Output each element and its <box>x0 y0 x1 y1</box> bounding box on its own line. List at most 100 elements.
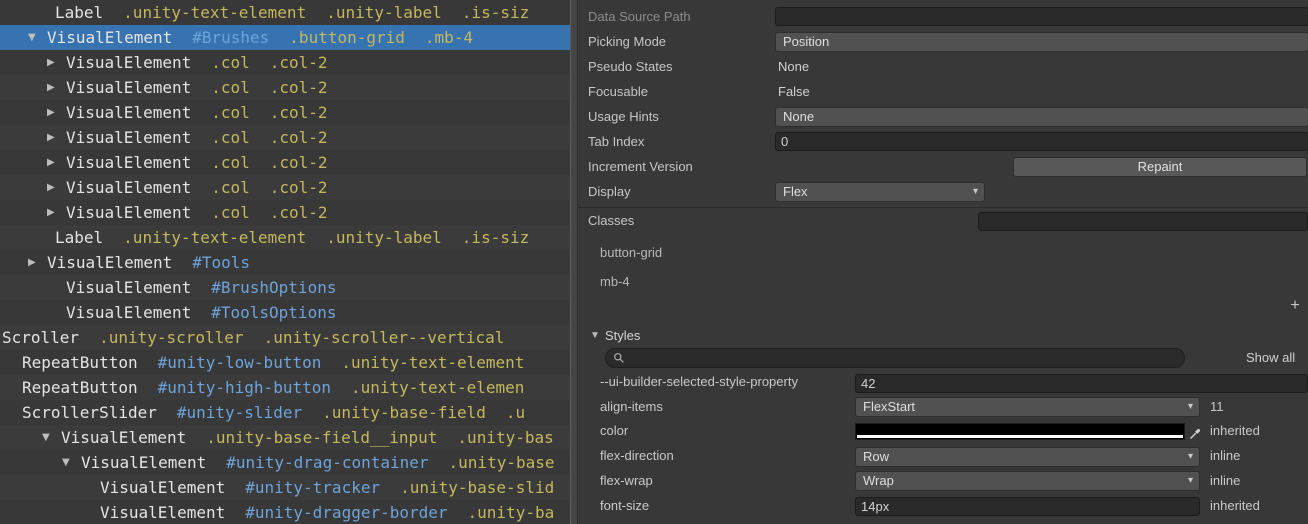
tab-index-field[interactable] <box>775 132 1308 151</box>
expand-arrow-icon[interactable]: ▶ <box>47 125 55 150</box>
element-type: VisualElement <box>66 78 192 97</box>
style-origin-tag: inline <box>1210 448 1241 464</box>
tree-row[interactable]: ▼ VisualElement .unity-base-field__input .u… <box>0 425 570 450</box>
alpha-bar <box>857 435 1183 439</box>
expand-arrow-icon[interactable]: ▶ <box>47 175 55 200</box>
tree-row[interactable]: ▼ VisualElement #unity-drag-container .unit… <box>0 450 570 475</box>
style-row: flex-wrap Wrap ▾ inline <box>578 469 1308 494</box>
element-type: VisualElement <box>47 28 173 47</box>
element-class: .unity-text-element <box>123 228 307 247</box>
tree-row[interactable]: ▶ VisualElement .col .col-2 <box>0 150 570 175</box>
color-swatch[interactable] <box>855 423 1185 441</box>
tree-row[interactable]: VisualElement #BrushOptions <box>0 275 570 300</box>
property-row: Usage Hints None <box>578 104 1308 129</box>
tree-row-text: RepeatButton #unity-low-button .unity-text… <box>22 350 524 375</box>
focusable-value: False <box>778 84 810 99</box>
property-label: Increment Version <box>588 159 693 174</box>
picking-mode-enum-field[interactable]: Position <box>775 31 1308 52</box>
expand-arrow-icon[interactable]: ▶ <box>47 200 55 225</box>
add-class-button[interactable]: + <box>1286 296 1304 316</box>
expand-arrow-icon[interactable]: ▶ <box>47 100 55 125</box>
expand-arrow-icon[interactable]: ▶ <box>47 150 55 175</box>
--ui-builder-selected-style-property-field[interactable] <box>855 373 1308 393</box>
tree-row[interactable]: VisualElement #ToolsOptions <box>0 300 570 325</box>
element-class: .unity-text-element <box>341 353 525 372</box>
expand-arrow-icon[interactable]: ▶ <box>47 50 55 75</box>
expand-arrow-icon[interactable]: ▶ <box>47 75 55 100</box>
element-class: .unity-text-elemen <box>350 378 525 397</box>
repaint-button[interactable]: Repaint <box>1013 156 1307 177</box>
tree-row-text: VisualElement #Tools <box>47 250 250 275</box>
align-items-dropdown[interactable]: FlexStart ▾ <box>855 397 1200 418</box>
element-class: .unity-label <box>326 3 442 22</box>
tree-row-text: VisualElement #unity-dragger-border .unity… <box>100 500 554 524</box>
class-list-item[interactable]: mb-4 <box>600 269 630 294</box>
tree-row-text: Label .unity-text-element .unity-label .is-… <box>55 0 529 25</box>
element-class: .unity-bas <box>457 428 554 447</box>
tree-row[interactable]: ▶ VisualElement .col .col-2 <box>0 125 570 150</box>
tree-row[interactable]: Scroller .unity-scroller .unity-scroller--… <box>0 325 570 350</box>
show-all-toggle[interactable]: Show all <box>1246 348 1295 368</box>
element-type: VisualElement <box>66 128 192 147</box>
tree-row[interactable]: ScrollerSlider #unity-slider .unity-base-f… <box>0 400 570 425</box>
element-type: VisualElement <box>66 278 192 297</box>
element-type: VisualElement <box>66 153 192 172</box>
font-size-field[interactable] <box>855 497 1200 516</box>
collapse-arrow-icon[interactable]: ▼ <box>28 25 36 50</box>
element-class: .col <box>211 153 250 172</box>
tree-row[interactable]: ▶ VisualElement .col .col-2 <box>0 200 570 225</box>
tree-row[interactable]: VisualElement #unity-tracker .unity-base-s… <box>0 475 570 500</box>
tree-row[interactable]: ▶ VisualElement .col .col-2 <box>0 75 570 100</box>
tree-row-text: VisualElement .col .col-2 <box>66 50 328 75</box>
ui-toolkit-debugger: Label .unity-text-element .unity-label .is-… <box>0 0 1308 524</box>
add-class-input[interactable] <box>978 212 1308 231</box>
eyedropper-icon[interactable] <box>1189 424 1203 440</box>
tree-row-text: VisualElement #BrushOptions <box>66 275 336 300</box>
search-icon <box>614 353 624 363</box>
element-class: .button-grid <box>289 28 405 47</box>
element-type: Scroller <box>2 328 80 347</box>
flex-direction-dropdown[interactable]: Row ▾ <box>855 446 1200 467</box>
tree-row[interactable]: ▶ VisualElement .col .col-2 <box>0 50 570 75</box>
collapse-arrow-icon[interactable]: ▼ <box>42 425 50 450</box>
style-row: flex-direction Row ▾ inline <box>578 444 1308 469</box>
display-dropdown[interactable]: Flex ▾ <box>775 181 985 202</box>
collapse-arrow-icon[interactable]: ▼ <box>62 450 70 475</box>
tree-row[interactable]: ▶ VisualElement .col .col-2 <box>0 175 570 200</box>
tree-row-text: VisualElement .col .col-2 <box>66 125 328 150</box>
element-type: Label <box>55 3 104 22</box>
styles-search-box[interactable] <box>605 348 1185 369</box>
panel-splitter[interactable] <box>570 0 578 524</box>
tree-row-text: VisualElement .col .col-2 <box>66 200 328 225</box>
property-row: Increment Version Repaint <box>578 154 1308 179</box>
flex-wrap-dropdown[interactable]: Wrap ▾ <box>855 471 1200 492</box>
element-class: .unity-text-element <box>123 3 307 22</box>
tree-row[interactable]: Label .unity-text-element .unity-label .is-… <box>0 225 570 250</box>
tree-row[interactable]: Label .unity-text-element .unity-label .is-… <box>0 0 570 25</box>
tree-row[interactable]: ▶ VisualElement .col .col-2 <box>0 100 570 125</box>
property-row: Pseudo States None <box>578 54 1308 79</box>
tree-row-text: VisualElement #Brushes .button-grid .mb-4 <box>47 25 473 50</box>
tree-row-text: ScrollerSlider #unity-slider .unity-base-f… <box>22 400 525 425</box>
element-class: .col-2 <box>269 153 328 172</box>
tree-row[interactable]: ▶ VisualElement #Tools <box>0 250 570 275</box>
tree-row[interactable]: VisualElement #unity-dragger-border .unity… <box>0 500 570 524</box>
style-row: color inherited <box>578 419 1308 444</box>
tree-row[interactable]: ▼ VisualElement #Brushes .button-grid .mb-4 <box>0 25 570 50</box>
tree-row[interactable]: RepeatButton #unity-low-button .unity-text… <box>0 350 570 375</box>
styles-search-input[interactable] <box>630 349 1179 369</box>
expand-arrow-icon[interactable]: ▶ <box>28 250 36 275</box>
usage-hints-enum-field[interactable]: None <box>775 106 1308 127</box>
tree-row[interactable]: RepeatButton #unity-high-button .unity-tex… <box>0 375 570 400</box>
element-class: .col <box>211 103 250 122</box>
property-label: Data Source Path <box>588 9 691 24</box>
property-row: Data Source Path <box>578 4 1308 29</box>
element-class: .unity-label <box>326 228 442 247</box>
styles-foldout[interactable]: ▼ Styles <box>578 325 1308 346</box>
data-source-path-field[interactable] <box>775 7 1308 26</box>
foldout-arrow-icon[interactable]: ▼ <box>590 325 600 346</box>
style-origin-tag: inherited <box>1210 423 1260 439</box>
tree-row-text: VisualElement #ToolsOptions <box>66 300 336 325</box>
element-class: .mb-4 <box>424 28 474 47</box>
class-list-item[interactable]: button-grid <box>600 240 662 265</box>
